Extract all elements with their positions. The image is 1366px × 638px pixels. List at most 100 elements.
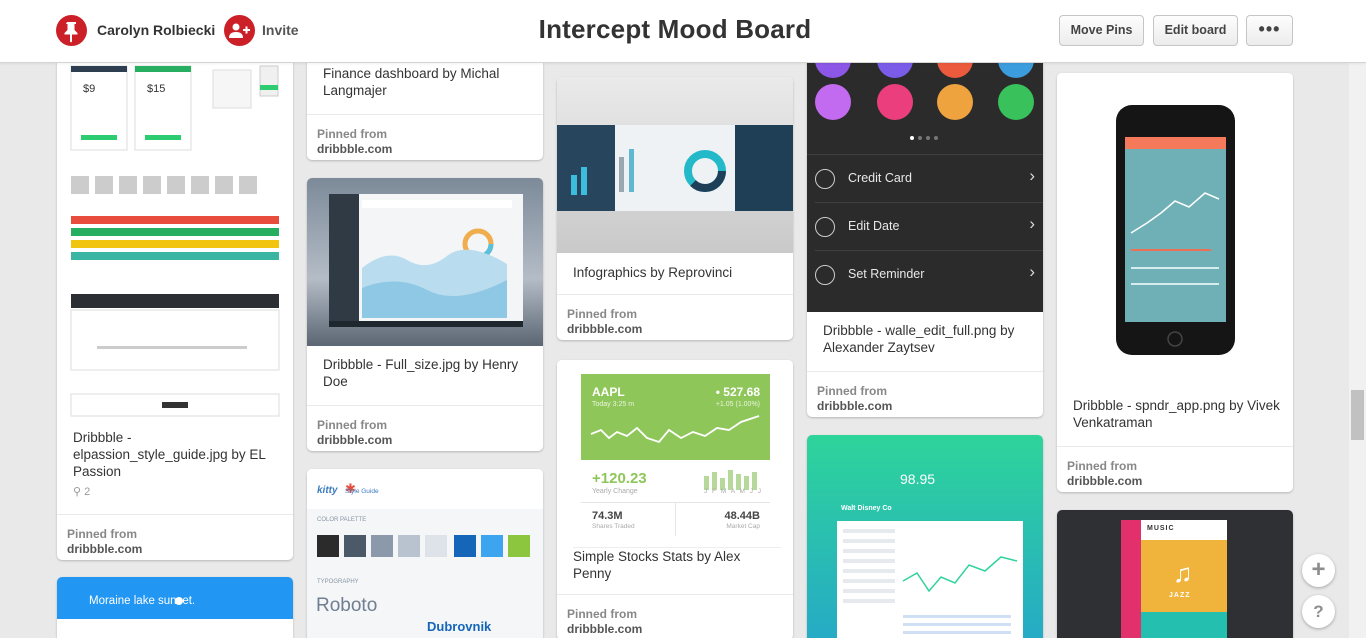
pin-spndr[interactable]: Dribbble - spndr_app.png by Vivek Venkat…: [1057, 73, 1293, 492]
credit-card-icon: [815, 169, 835, 189]
pin-description[interactable]: Dribbble - walle_edit_full.png by Alexan…: [823, 322, 1031, 356]
stocks-yearly-value: +120.23: [592, 470, 647, 487]
stocks-months: J F M A M J J: [704, 488, 763, 495]
menu-row-credit-card[interactable]: Credit Card ›: [807, 155, 1043, 203]
plus-icon[interactable]: +: [1302, 554, 1335, 587]
pin-description[interactable]: Simple Stocks Stats by Alex Penny: [573, 547, 781, 582]
pin-description[interactable]: Infographics by Reprovinci: [573, 264, 781, 281]
bell-icon: [815, 265, 835, 285]
pin-kitty-style-guide[interactable]: kitty ✱ Style Guide COLOR PALETTE TYPOGR…: [307, 469, 543, 638]
menu-label: Edit Date: [848, 219, 900, 233]
pin-source[interactable]: Pinned from dribbble.com: [1057, 446, 1293, 492]
scrollbar-thumb[interactable]: [1351, 390, 1364, 440]
pin-description[interactable]: Dribbble - spndr_app.png by Vivek Venkat…: [1073, 397, 1281, 431]
moraine-dot: [175, 597, 183, 605]
stocks-change-small: +1.05 (1.00%): [715, 401, 760, 408]
pin-music-app[interactable]: MUSIC ♫ JAZZ: [1057, 510, 1293, 638]
source-domain[interactable]: dribbble.com: [1067, 474, 1142, 488]
pin-source[interactable]: Pinned from dribbble.com: [557, 294, 793, 340]
pin-infographics[interactable]: Infographics by Reprovinci Pinned from d…: [557, 77, 793, 340]
chevron-right-icon: ›: [1029, 214, 1035, 233]
palette-label: COLOR PALETTE: [317, 517, 367, 523]
music-jazz-tile: ♫ JAZZ: [1141, 540, 1227, 612]
pin-walle[interactable]: Credit Card › Edit Date › Set Reminder ›…: [807, 30, 1043, 417]
source-domain[interactable]: dribbble.com: [317, 433, 392, 447]
pinned-from-label: Pinned from: [1067, 459, 1138, 473]
pinned-from-label: Pinned from: [67, 527, 138, 541]
source-domain[interactable]: dribbble.com: [817, 399, 892, 413]
disney-panel: [837, 521, 1023, 638]
pin-image[interactable]: kitty ✱ Style Guide COLOR PALETTE TYPOGR…: [307, 469, 543, 638]
pin-source[interactable]: Pinned from dribbble.com: [307, 114, 543, 160]
moraine-panel: [57, 619, 293, 638]
pin-image[interactable]: AAPL • 527.68 Today 3:25 m +1.05 (1.00%)…: [557, 360, 793, 536]
pin-description[interactable]: Dribbble - Full_size.jpg by Henry Doe: [323, 356, 531, 390]
source-domain[interactable]: dribbble.com: [67, 542, 142, 556]
menu-label: Set Reminder: [848, 267, 925, 281]
stocks-chart-panel: AAPL • 527.68 Today 3:25 m +1.05 (1.00%): [581, 374, 770, 460]
kitty-logo: kitty: [317, 485, 338, 496]
more-options-button[interactable]: •••: [1246, 15, 1293, 46]
svg-text:$15: $15: [147, 83, 165, 95]
stocks-shares-label: Shares Traded: [592, 523, 635, 530]
edit-board-button[interactable]: Edit board: [1153, 15, 1238, 46]
menu-row-set-reminder[interactable]: Set Reminder ›: [807, 251, 1043, 299]
pin-image[interactable]: MUSIC ♫ JAZZ: [1057, 510, 1293, 638]
stocks-cap-value: 48.44B: [724, 510, 760, 522]
pinned-from-label: Pinned from: [567, 607, 638, 621]
pin-image[interactable]: [307, 178, 543, 346]
source-domain[interactable]: dribbble.com: [567, 622, 642, 636]
stocks-divider-vertical: [675, 502, 676, 536]
music-next-tile: [1141, 612, 1227, 638]
chevron-right-icon: ›: [1029, 166, 1035, 185]
scrollbar[interactable]: [1349, 63, 1366, 638]
pin-full-size[interactable]: Dribbble - Full_size.jpg by Henry Doe Pi…: [307, 178, 543, 451]
pin-description[interactable]: Finance dashboard by Michal Langmajer: [323, 65, 531, 99]
menu-label: Credit Card: [848, 171, 912, 185]
pin-image[interactable]: Moraine lake sunset.: [57, 577, 293, 638]
source-domain[interactable]: dribbble.com: [317, 142, 392, 156]
kitty-panel: [307, 509, 543, 638]
music-genre: JAZZ: [1169, 592, 1191, 599]
disney-company: Walt Disney Co: [841, 505, 892, 512]
svg-text:$9: $9: [83, 83, 95, 95]
stocks-price: • 527.68: [715, 385, 760, 399]
source-domain[interactable]: dribbble.com: [567, 322, 642, 336]
stocks-shares-value: 74.3M: [592, 510, 623, 522]
stocks-yearly-label: Yearly Change: [592, 488, 638, 495]
typography-label: TYPOGRAPHY: [317, 579, 359, 585]
pin-source[interactable]: Pinned from dribbble.com: [307, 405, 543, 451]
pin-source[interactable]: Pinned from dribbble.com: [557, 594, 793, 638]
stocks-ticker: AAPL: [592, 385, 625, 399]
stocks-cap-label: Market Cap: [726, 523, 760, 530]
pinned-from-label: Pinned from: [567, 307, 638, 321]
question-icon[interactable]: ?: [1302, 595, 1335, 628]
pin-image[interactable]: [1057, 73, 1293, 383]
pin-disney-stocks[interactable]: 98.95 Walt Disney Co: [807, 435, 1043, 638]
music-sidebar: [1121, 520, 1141, 638]
board-header: Carolyn Rolbiecki Invite Intercept Mood …: [0, 0, 1366, 63]
disney-price: 98.95: [900, 471, 936, 487]
move-pins-button[interactable]: Move Pins: [1059, 15, 1144, 46]
pin-source[interactable]: Pinned from dribbble.com: [807, 371, 1043, 417]
pin-image[interactable]: $9 $15: [57, 45, 293, 419]
pin-description[interactable]: Dribbble - elpassion_style_guide.jpg by …: [73, 429, 281, 480]
pin-image[interactable]: [557, 77, 793, 253]
pinned-from-label: Pinned from: [317, 418, 388, 432]
calendar-icon: [815, 217, 835, 237]
stocks-time: Today 3:25 m: [592, 401, 635, 408]
pin-image[interactable]: Credit Card › Edit Date › Set Reminder ›: [807, 30, 1043, 312]
pin-simple-stocks[interactable]: AAPL • 527.68 Today 3:25 m +1.05 (1.00%)…: [557, 360, 793, 638]
board-title: Intercept Mood Board: [538, 14, 812, 44]
pinned-from-label: Pinned from: [317, 127, 388, 141]
font-sample-dubrovnik: Dubrovnik: [427, 619, 492, 634]
music-title: MUSIC: [1147, 525, 1175, 532]
menu-row-edit-date[interactable]: Edit Date ›: [807, 203, 1043, 251]
pin-image[interactable]: 98.95 Walt Disney Co: [807, 435, 1043, 638]
pin-moraine[interactable]: Moraine lake sunset.: [57, 577, 293, 638]
pinned-from-label: Pinned from: [817, 384, 888, 398]
kitty-subtitle: Style Guide: [345, 488, 379, 495]
pin-elpassion[interactable]: $9 $15 Dribbble - elpassion_style_guide.…: [57, 45, 293, 560]
saxophone-icon: ♫: [1173, 558, 1193, 588]
pin-source[interactable]: Pinned from dribbble.com: [57, 514, 293, 560]
